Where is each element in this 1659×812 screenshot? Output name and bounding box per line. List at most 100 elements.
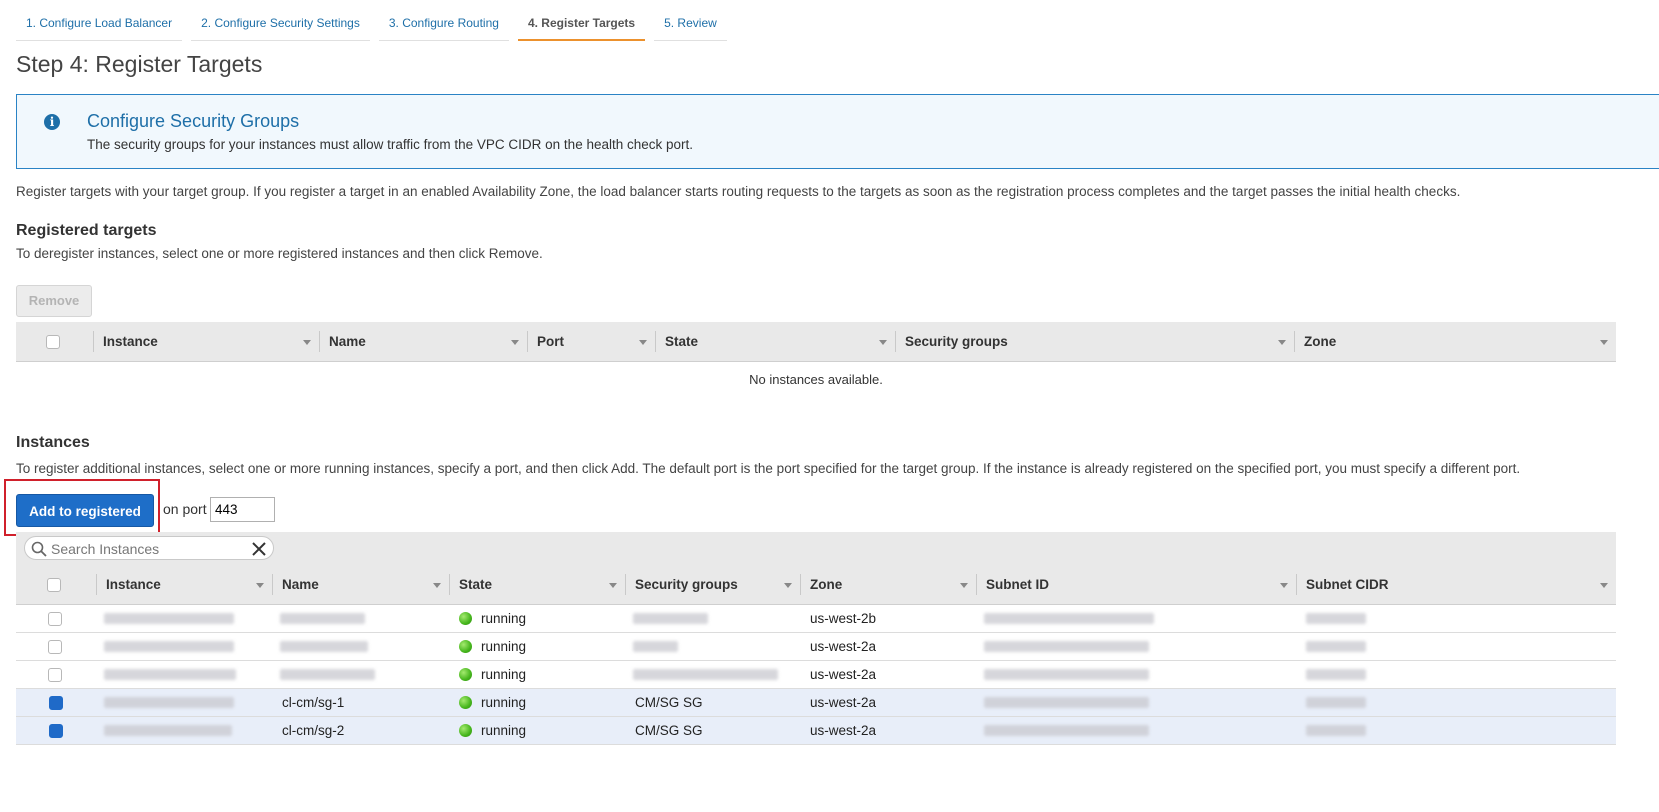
column-label: State <box>665 334 699 349</box>
column-header-instance[interactable]: Instance <box>93 322 319 361</box>
instance-id-cell <box>104 633 234 660</box>
running-status-icon <box>459 640 472 653</box>
column-header-security-groups[interactable]: Security groups <box>895 322 1294 361</box>
zone-cell: us-west-2a <box>810 639 877 654</box>
sort-caret-icon <box>433 582 441 588</box>
security-groups-cell <box>633 633 678 660</box>
table-row[interactable]: running us-west-2a <box>16 633 1616 661</box>
security-groups-cell <box>633 661 778 688</box>
search-bar <box>16 532 1616 565</box>
column-header-subnet-id[interactable]: Subnet ID <box>976 565 1296 604</box>
column-header-zone[interactable]: Zone <box>1294 322 1616 361</box>
running-status-icon <box>459 668 472 681</box>
sort-caret-icon <box>784 582 792 588</box>
column-header-port[interactable]: Port <box>527 322 655 361</box>
name-cell <box>280 661 375 688</box>
running-status-icon <box>459 724 472 737</box>
select-all-instances-checkbox[interactable] <box>47 578 61 592</box>
state-cell: running <box>459 605 526 632</box>
table-row[interactable]: cl-cm/sg-2 running CM/SG SG us-west-2a <box>16 717 1616 745</box>
tab-register-targets[interactable]: 4. Register Targets <box>517 6 646 41</box>
column-label: Zone <box>1304 334 1337 349</box>
info-box: i Configure Security Groups The security… <box>16 94 1659 169</box>
tab-configure-load-balancer[interactable]: 1. Configure Load Balancer <box>16 6 183 41</box>
column-header-instance[interactable]: Instance <box>96 565 272 604</box>
row-checkbox[interactable] <box>48 640 62 654</box>
subnet-id-cell <box>984 633 1149 660</box>
port-label: on port <box>163 501 207 517</box>
table-row[interactable]: running us-west-2a <box>16 661 1616 689</box>
info-circle-icon: i <box>44 114 60 130</box>
subnet-cidr-cell <box>1306 689 1366 716</box>
tab-configure-security-settings[interactable]: 2. Configure Security Settings <box>191 6 370 41</box>
close-icon[interactable] <box>251 541 267 557</box>
remove-button[interactable]: Remove <box>16 285 92 317</box>
subnet-cidr-cell <box>1306 717 1366 744</box>
column-label: Name <box>282 577 319 592</box>
column-header-name[interactable]: Name <box>272 565 449 604</box>
empty-state-text: No instances available. <box>749 372 883 387</box>
zone-cell: us-west-2a <box>810 667 877 682</box>
registered-targets-title: Registered targets <box>16 222 157 239</box>
sort-caret-icon <box>1600 339 1608 345</box>
search-input[interactable] <box>49 539 243 559</box>
column-label: Subnet CIDR <box>1306 577 1389 592</box>
security-groups-cell: CM/SG SG <box>635 723 703 738</box>
zone-cell: us-west-2a <box>810 695 877 710</box>
table-row[interactable]: running us-west-2b <box>16 605 1616 633</box>
column-header-name[interactable]: Name <box>319 322 527 361</box>
zone-cell: us-west-2a <box>810 723 877 738</box>
sort-caret-icon <box>609 582 617 588</box>
add-to-registered-button[interactable]: Add to registered <box>16 494 154 527</box>
registered-targets-header: Instance Name Port State Security groups… <box>16 322 1616 362</box>
column-label: Security groups <box>635 577 738 592</box>
state-cell: running <box>459 689 526 716</box>
subnet-id-cell <box>984 717 1149 744</box>
port-input[interactable] <box>210 497 275 522</box>
security-groups-cell: CM/SG SG <box>635 695 703 710</box>
name-cell: cl-cm/sg-2 <box>282 723 345 738</box>
tab-review[interactable]: 5. Review <box>654 6 727 41</box>
subnet-cidr-cell <box>1306 633 1366 660</box>
instances-description: To register additional instances, select… <box>16 461 1521 476</box>
row-checkbox[interactable] <box>49 696 63 710</box>
state-cell: running <box>459 717 526 744</box>
state-cell: running <box>459 633 526 660</box>
running-status-icon <box>459 612 472 625</box>
instance-id-cell <box>104 661 236 688</box>
sort-caret-icon <box>960 582 968 588</box>
column-header-subnet-cidr[interactable]: Subnet CIDR <box>1296 565 1616 604</box>
row-checkbox[interactable] <box>48 612 62 626</box>
info-title: Configure Security Groups <box>87 111 300 131</box>
sort-caret-icon <box>1280 582 1288 588</box>
sort-caret-icon <box>1278 339 1286 345</box>
tab-configure-routing[interactable]: 3. Configure Routing <box>378 6 509 41</box>
sort-caret-icon <box>1600 582 1608 588</box>
security-groups-cell <box>633 605 708 632</box>
column-label: Instance <box>103 334 158 349</box>
table-row[interactable]: cl-cm/sg-1 running CM/SG SG us-west-2a <box>16 689 1616 717</box>
row-checkbox[interactable] <box>49 724 63 738</box>
column-label: Zone <box>810 577 843 592</box>
column-label: State <box>459 577 493 592</box>
sort-caret-icon <box>879 339 887 345</box>
registered-targets-description: To deregister instances, select one or m… <box>16 246 543 261</box>
subnet-cidr-cell <box>1306 661 1366 688</box>
name-cell <box>280 633 368 660</box>
column-header-state[interactable]: State <box>655 322 895 361</box>
search-box[interactable] <box>24 536 274 560</box>
row-checkbox[interactable] <box>48 668 62 682</box>
instance-id-cell <box>104 717 232 744</box>
subnet-cidr-cell <box>1306 605 1366 632</box>
instances-header: Instance Name State Security groups Zone… <box>16 565 1616 605</box>
column-label: Name <box>329 334 366 349</box>
column-header-state[interactable]: State <box>449 565 625 604</box>
wizard-tabs: 1. Configure Load Balancer 2. Configure … <box>16 6 727 41</box>
column-header-zone[interactable]: Zone <box>800 565 976 604</box>
select-all-registered-checkbox[interactable] <box>46 335 60 349</box>
column-header-security-groups[interactable]: Security groups <box>625 565 800 604</box>
subnet-id-cell <box>984 689 1149 716</box>
instances-title: Instances <box>16 434 90 451</box>
column-label: Port <box>537 334 564 349</box>
name-cell: cl-cm/sg-1 <box>282 695 345 710</box>
